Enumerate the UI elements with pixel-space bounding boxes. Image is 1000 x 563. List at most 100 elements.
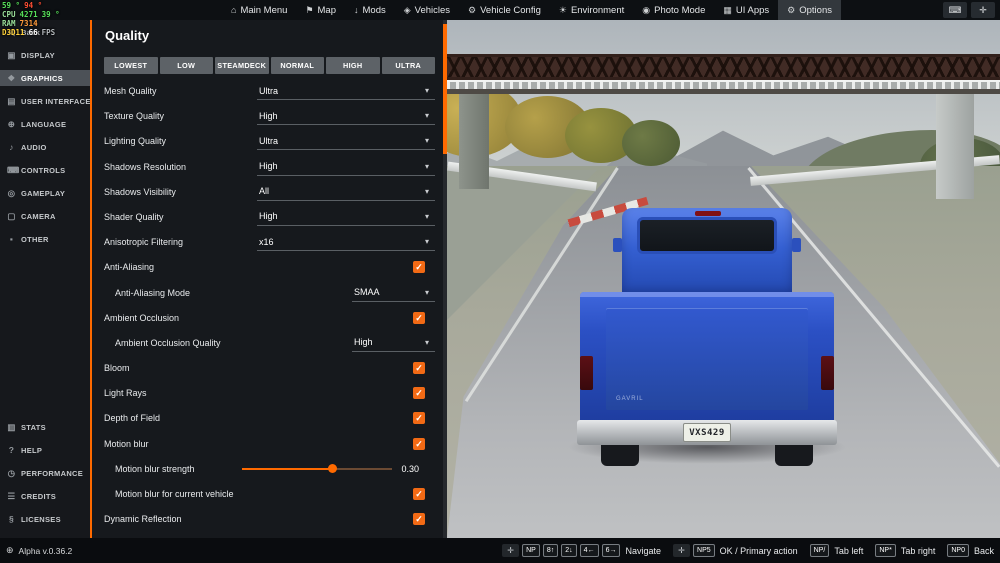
setting-label: Mesh Quality (104, 86, 157, 96)
keyboard-icon[interactable]: ⌨ (943, 2, 967, 18)
topbar-item-mods[interactable]: ↓ Mods (345, 0, 395, 20)
tree (622, 120, 680, 166)
setting-select-mesh-quality[interactable]: Ultra ▾ (257, 82, 435, 100)
sidebar-item-credits[interactable]: ☰ CREDITS (0, 488, 90, 504)
sidebar-item-graphics[interactable]: ❖ GRAPHICS (0, 70, 90, 86)
setting-row-motion-blur-for-current-vehicle: Motion blur for current vehicle ✓ (104, 485, 437, 503)
main-menu-icon: ⌂ (231, 5, 237, 15)
sidebar-item-gameplay[interactable]: ◎ GAMEPLAY (0, 185, 90, 201)
chevron-down-icon: ▾ (424, 287, 429, 297)
help-icon: ? (8, 445, 15, 455)
sidebar-item-help[interactable]: ? HELP (0, 442, 90, 458)
topbar-item-vehicle-config[interactable]: ⚙ Vehicle Config (459, 0, 550, 20)
topbar-item-vehicles[interactable]: ◈ Vehicles (395, 0, 459, 20)
select-value: High (259, 161, 278, 172)
panel-scrollbar[interactable] (443, 20, 447, 538)
topbar-item-environment[interactable]: ☀ Environment (550, 0, 633, 20)
hint-ok-primary-action: ✛ NP5 OK / Primary action (673, 544, 798, 557)
preset-low[interactable]: LOW (159, 57, 213, 74)
sidebar-item-back[interactable]: ◀ Back (0, 24, 90, 40)
select-value: x16 (259, 236, 274, 247)
setting-select-texture-quality[interactable]: High ▾ (257, 107, 435, 126)
topbar-item-ui-apps[interactable]: ▦ UI Apps (714, 0, 778, 20)
setting-checkbox-anti-aliasing[interactable]: ✓ (413, 261, 425, 274)
key-badge: NP* (875, 544, 896, 557)
pickup-truck: GAVRIL VXS429 (567, 208, 847, 466)
sidebar-item-audio[interactable]: ♪ AUDIO (0, 139, 90, 155)
setting-label: Ambient Occlusion (104, 312, 180, 323)
chevron-down-icon: ▾ (424, 86, 429, 95)
gameplay-icon: ◎ (7, 187, 16, 198)
sidebar-item-display[interactable]: ▣ DISPLAY (0, 47, 90, 63)
tailgate-badge: GAVRIL (616, 396, 644, 402)
game-viewport[interactable]: GAVRIL VXS429 (447, 20, 1000, 538)
topbar-item-options[interactable]: ⚙ Options (778, 0, 841, 20)
preset-steamdeck[interactable]: STEAMDECK (215, 57, 269, 74)
setting-select-shadows-resolution[interactable]: High ▾ (257, 158, 435, 176)
key-badge: 2↓ (561, 544, 577, 557)
sidebar-item-controls[interactable]: ⌨ CONTROLS (0, 162, 90, 178)
setting-row-mesh-quality: Mesh Quality Ultra ▾ (104, 82, 437, 100)
topbar-item-label: Environment (570, 4, 625, 16)
preset-normal[interactable]: NORMAL (270, 57, 324, 74)
setting-checkbox-light-rays[interactable]: ✓ (413, 387, 425, 400)
key-badge: NP5 (693, 544, 715, 557)
sidebar-item-label: GAMEPLAY (21, 188, 66, 198)
setting-checkbox-bloom[interactable]: ✓ (413, 362, 425, 375)
key-badge: NP (522, 544, 540, 557)
preset-lowest[interactable]: LOWEST (104, 57, 158, 74)
topbar-menu: ⌂ Main Menu ⚑ Map ↓ Mods ◈ Vehicles ⚙ Vehicle Con… (222, 0, 841, 20)
preset-ultra[interactable]: ULTRA (381, 57, 435, 74)
setting-select-lighting-quality[interactable]: Ultra ▾ (257, 132, 435, 151)
setting-select-shadows-visibility[interactable]: All ▾ (257, 183, 435, 201)
setting-checkbox-depth-of-field[interactable]: ✓ (413, 412, 425, 425)
topbar-item-photo-mode[interactable]: ◉ Photo Mode (633, 0, 714, 20)
setting-checkbox-motion-blur[interactable]: ✓ (413, 437, 425, 450)
setting-row-anti-aliasing-mode: Anti-Aliasing Mode SMAA ▾ (104, 284, 437, 302)
sidebar-item-stats[interactable]: ▥ STATS (0, 419, 90, 435)
gamepad-icon[interactable]: ✛ (971, 2, 995, 18)
bridge-truss (447, 54, 1000, 80)
back-icon: ◀ (8, 26, 15, 37)
topbar-item-map[interactable]: ⚑ Map (296, 0, 345, 20)
sidebar-item-label: OTHER (21, 234, 49, 244)
setting-select-ambient-occlusion-quality[interactable]: High ▾ (352, 334, 435, 352)
chevron-down-icon: ▾ (424, 211, 429, 221)
licenses-icon: § (8, 514, 15, 524)
setting-row-anisotropic-filtering: Anisotropic Filtering x16 ▾ (104, 233, 437, 252)
scrollbar-thumb[interactable] (443, 24, 447, 154)
sidebar-item-performance[interactable]: ◷ PERFORMANCE (0, 465, 90, 481)
setting-select-anti-aliasing-mode[interactable]: SMAA ▾ (352, 284, 435, 302)
topbar-item-label: Vehicles (414, 4, 451, 16)
credits-icon: ☰ (7, 490, 16, 501)
setting-slider-motion-blur-strength[interactable] (242, 460, 392, 478)
select-value: High (354, 337, 373, 348)
display-icon: ▣ (7, 49, 16, 60)
setting-row-shadows-visibility: Shadows Visibility All ▾ (104, 183, 437, 201)
sidebar-item-licenses[interactable]: § LICENSES (0, 511, 90, 527)
sidebar-item-other[interactable]: ▪ OTHER (0, 231, 90, 247)
slider-knob[interactable] (328, 463, 337, 473)
options-icon: ⚙ (787, 4, 796, 15)
preset-high[interactable]: HIGH (326, 57, 380, 74)
controller-hints: ✛ NP 8↑ 2↓ 4← 6→ Navigate ✛ NP5 OK / Primary acti… (502, 544, 994, 557)
hint-label: Back (973, 545, 994, 556)
sidebar-item-label: GRAPHICS (21, 73, 63, 83)
topbar-item-label: Options (799, 4, 832, 16)
setting-checkbox-ambient-occlusion[interactable]: ✓ (413, 311, 425, 324)
sidebar-item-label: STATS (21, 422, 46, 432)
setting-checkbox-motion-blur-for-current-vehicle[interactable]: ✓ (413, 488, 425, 500)
select-value: Ultra (259, 135, 279, 146)
sidebar-item-camera[interactable]: ▢ CAMERA (0, 208, 90, 224)
setting-checkbox-dynamic-reflection[interactable]: ✓ (413, 513, 425, 526)
topbar-item-main-menu[interactable]: ⌂ Main Menu (222, 0, 296, 20)
key-badge: 6→ (601, 544, 621, 557)
setting-row-texture-quality: Texture Quality High ▾ (104, 107, 437, 126)
audio-icon: ♪ (9, 142, 14, 152)
sidebar-item-user-interface[interactable]: ▤ USER INTERFACE (0, 93, 90, 109)
setting-select-shader-quality[interactable]: High ▾ (257, 208, 435, 226)
sidebar-item-language[interactable]: ⊕ LANGUAGE (0, 116, 90, 132)
setting-select-anisotropic-filtering[interactable]: x16 ▾ (257, 233, 435, 252)
chevron-down-icon: ▾ (424, 337, 429, 347)
bridge-pillar-left (459, 94, 489, 189)
